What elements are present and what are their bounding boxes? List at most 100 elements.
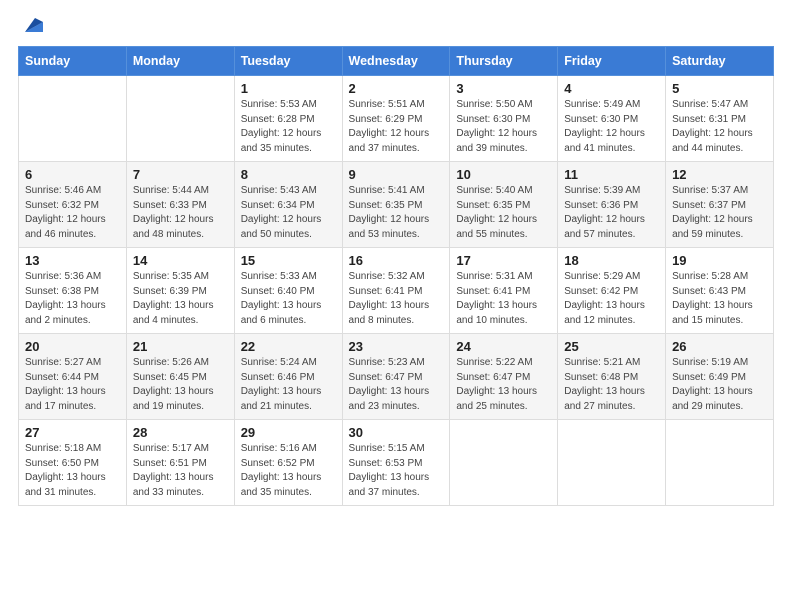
day-number: 29: [241, 425, 336, 440]
calendar-cell: 26Sunrise: 5:19 AM Sunset: 6:49 PM Dayli…: [666, 334, 774, 420]
day-number: 14: [133, 253, 228, 268]
day-number: 26: [672, 339, 767, 354]
day-number: 7: [133, 167, 228, 182]
week-row-2: 6 Sunrise: 5:46 AM Sunset: 6:32 PM Daylig…: [19, 162, 774, 248]
day-info: Sunrise: 5:35 AM Sunset: 6:39 PM Dayligh…: [133, 270, 228, 328]
calendar-cell: 10Sunrise: 5:40 AM Sunset: 6:35 PM Dayli…: [450, 162, 558, 248]
calendar-cell: [450, 420, 558, 506]
day-info: Sunrise: 5:18 AM Sunset: 6:50 PM Dayligh…: [25, 442, 120, 500]
day-number: 1: [241, 81, 336, 96]
day-info: Sunrise: 5:39 AM Sunset: 6:36 PM Dayligh…: [564, 184, 659, 242]
calendar-cell: 22 Sunrise: 5:24 AM Sunset: 6:46 PM Dayli…: [234, 334, 342, 420]
day-number: 10: [456, 167, 551, 182]
calendar-cell: 7 Sunrise: 5:44 AM Sunset: 6:33 PM Daylig…: [126, 162, 234, 248]
day-info: Sunrise: 5:28 AM Sunset: 6:43 PM Dayligh…: [672, 270, 767, 328]
day-info: Sunrise: 5:43 AM Sunset: 6:34 PM Dayligh…: [241, 184, 336, 242]
day-number: 12: [672, 167, 767, 182]
day-info: Sunrise: 5:49 AM Sunset: 6:30 PM Dayligh…: [564, 98, 659, 156]
day-info: Sunrise: 5:50 AM Sunset: 6:30 PM Dayligh…: [456, 98, 551, 156]
calendar-cell: 15 Sunrise: 5:33 AM Sunset: 6:40 PM Dayli…: [234, 248, 342, 334]
day-info: Sunrise: 5:29 AM Sunset: 6:42 PM Dayligh…: [564, 270, 659, 328]
calendar-cell: 8 Sunrise: 5:43 AM Sunset: 6:34 PM Daylig…: [234, 162, 342, 248]
day-number: 25: [564, 339, 659, 354]
day-info: Sunrise: 5:33 AM Sunset: 6:40 PM Dayligh…: [241, 270, 336, 328]
calendar-cell: 18Sunrise: 5:29 AM Sunset: 6:42 PM Dayli…: [558, 248, 666, 334]
day-number: 30: [349, 425, 444, 440]
day-info: Sunrise: 5:37 AM Sunset: 6:37 PM Dayligh…: [672, 184, 767, 242]
calendar: SundayMondayTuesdayWednesdayThursdayFrid…: [18, 46, 774, 506]
calendar-cell: 28Sunrise: 5:17 AM Sunset: 6:51 PM Dayli…: [126, 420, 234, 506]
day-info: Sunrise: 5:15 AM Sunset: 6:53 PM Dayligh…: [349, 442, 444, 500]
weekday-header-row: SundayMondayTuesdayWednesdayThursdayFrid…: [19, 47, 774, 76]
calendar-cell: 1 Sunrise: 5:53 AM Sunset: 6:28 PM Daylig…: [234, 76, 342, 162]
weekday-header-tuesday: Tuesday: [234, 47, 342, 76]
day-info: Sunrise: 5:21 AM Sunset: 6:48 PM Dayligh…: [564, 356, 659, 414]
day-number: 2: [349, 81, 444, 96]
day-info: Sunrise: 5:47 AM Sunset: 6:31 PM Dayligh…: [672, 98, 767, 156]
day-number: 3: [456, 81, 551, 96]
day-info: Sunrise: 5:36 AM Sunset: 6:38 PM Dayligh…: [25, 270, 120, 328]
day-info: Sunrise: 5:24 AM Sunset: 6:46 PM Dayligh…: [241, 356, 336, 414]
calendar-cell: 11 Sunrise: 5:39 AM Sunset: 6:36 PM Dayli…: [558, 162, 666, 248]
calendar-cell: [126, 76, 234, 162]
calendar-cell: [558, 420, 666, 506]
calendar-cell: 21 Sunrise: 5:26 AM Sunset: 6:45 PM Dayli…: [126, 334, 234, 420]
week-row-3: 13 Sunrise: 5:36 AM Sunset: 6:38 PM Dayli…: [19, 248, 774, 334]
day-info: Sunrise: 5:51 AM Sunset: 6:29 PM Dayligh…: [349, 98, 444, 156]
calendar-cell: 9 Sunrise: 5:41 AM Sunset: 6:35 PM Daylig…: [342, 162, 450, 248]
logo-icon: [21, 14, 43, 36]
day-number: 17: [456, 253, 551, 268]
day-number: 27: [25, 425, 120, 440]
day-number: 21: [133, 339, 228, 354]
day-info: Sunrise: 5:27 AM Sunset: 6:44 PM Dayligh…: [25, 356, 120, 414]
day-number: 9: [349, 167, 444, 182]
day-number: 4: [564, 81, 659, 96]
day-number: 23: [349, 339, 444, 354]
weekday-header-thursday: Thursday: [450, 47, 558, 76]
day-number: 28: [133, 425, 228, 440]
day-number: 6: [25, 167, 120, 182]
header: [18, 18, 774, 36]
week-row-4: 20 Sunrise: 5:27 AM Sunset: 6:44 PM Dayli…: [19, 334, 774, 420]
calendar-cell: [19, 76, 127, 162]
calendar-cell: [666, 420, 774, 506]
calendar-cell: 12 Sunrise: 5:37 AM Sunset: 6:37 PM Dayli…: [666, 162, 774, 248]
calendar-cell: 13 Sunrise: 5:36 AM Sunset: 6:38 PM Dayli…: [19, 248, 127, 334]
page: SundayMondayTuesdayWednesdayThursdayFrid…: [0, 0, 792, 612]
calendar-cell: 3 Sunrise: 5:50 AM Sunset: 6:30 PM Daylig…: [450, 76, 558, 162]
day-info: Sunrise: 5:46 AM Sunset: 6:32 PM Dayligh…: [25, 184, 120, 242]
day-number: 16: [349, 253, 444, 268]
day-number: 24: [456, 339, 551, 354]
day-info: Sunrise: 5:44 AM Sunset: 6:33 PM Dayligh…: [133, 184, 228, 242]
day-info: Sunrise: 5:32 AM Sunset: 6:41 PM Dayligh…: [349, 270, 444, 328]
day-number: 22: [241, 339, 336, 354]
calendar-cell: 30 Sunrise: 5:15 AM Sunset: 6:53 PM Dayli…: [342, 420, 450, 506]
day-info: Sunrise: 5:26 AM Sunset: 6:45 PM Dayligh…: [133, 356, 228, 414]
day-number: 5: [672, 81, 767, 96]
week-row-5: 27 Sunrise: 5:18 AM Sunset: 6:50 PM Dayli…: [19, 420, 774, 506]
weekday-header-wednesday: Wednesday: [342, 47, 450, 76]
calendar-cell: 29Sunrise: 5:16 AM Sunset: 6:52 PM Dayli…: [234, 420, 342, 506]
calendar-cell: 16 Sunrise: 5:32 AM Sunset: 6:41 PM Dayli…: [342, 248, 450, 334]
day-info: Sunrise: 5:22 AM Sunset: 6:47 PM Dayligh…: [456, 356, 551, 414]
day-number: 13: [25, 253, 120, 268]
calendar-cell: 19Sunrise: 5:28 AM Sunset: 6:43 PM Dayli…: [666, 248, 774, 334]
calendar-cell: 6 Sunrise: 5:46 AM Sunset: 6:32 PM Daylig…: [19, 162, 127, 248]
weekday-header-sunday: Sunday: [19, 47, 127, 76]
day-number: 15: [241, 253, 336, 268]
day-info: Sunrise: 5:23 AM Sunset: 6:47 PM Dayligh…: [349, 356, 444, 414]
calendar-cell: 25 Sunrise: 5:21 AM Sunset: 6:48 PM Dayli…: [558, 334, 666, 420]
calendar-cell: 5 Sunrise: 5:47 AM Sunset: 6:31 PM Daylig…: [666, 76, 774, 162]
calendar-cell: 2 Sunrise: 5:51 AM Sunset: 6:29 PM Daylig…: [342, 76, 450, 162]
day-number: 8: [241, 167, 336, 182]
day-info: Sunrise: 5:53 AM Sunset: 6:28 PM Dayligh…: [241, 98, 336, 156]
day-info: Sunrise: 5:31 AM Sunset: 6:41 PM Dayligh…: [456, 270, 551, 328]
day-number: 11: [564, 167, 659, 182]
calendar-cell: 24 Sunrise: 5:22 AM Sunset: 6:47 PM Dayli…: [450, 334, 558, 420]
calendar-cell: 14 Sunrise: 5:35 AM Sunset: 6:39 PM Dayli…: [126, 248, 234, 334]
day-number: 20: [25, 339, 120, 354]
calendar-cell: 27 Sunrise: 5:18 AM Sunset: 6:50 PM Dayli…: [19, 420, 127, 506]
day-info: Sunrise: 5:41 AM Sunset: 6:35 PM Dayligh…: [349, 184, 444, 242]
calendar-cell: 4 Sunrise: 5:49 AM Sunset: 6:30 PM Daylig…: [558, 76, 666, 162]
logo: [18, 18, 43, 36]
